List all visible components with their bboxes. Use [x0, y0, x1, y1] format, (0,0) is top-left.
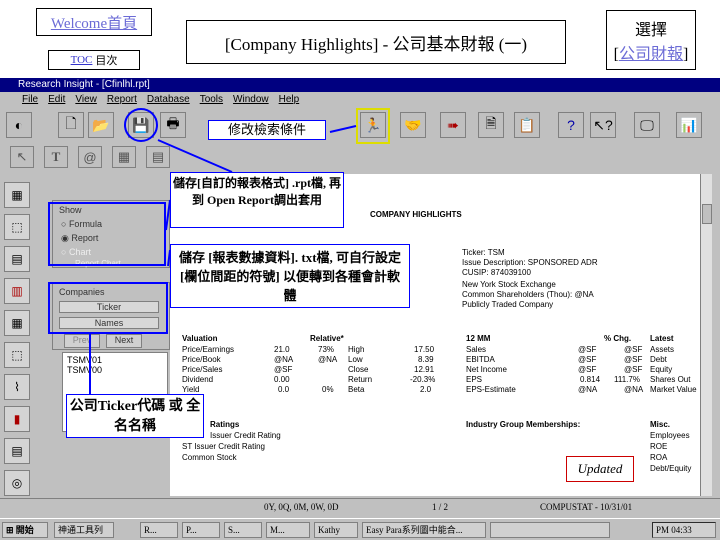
arrow-show — [165, 199, 171, 231]
arrow-save — [157, 139, 233, 173]
arrow-modify — [329, 125, 357, 133]
callout-arrows — [89, 125, 357, 394]
arrow-export — [167, 249, 171, 267]
